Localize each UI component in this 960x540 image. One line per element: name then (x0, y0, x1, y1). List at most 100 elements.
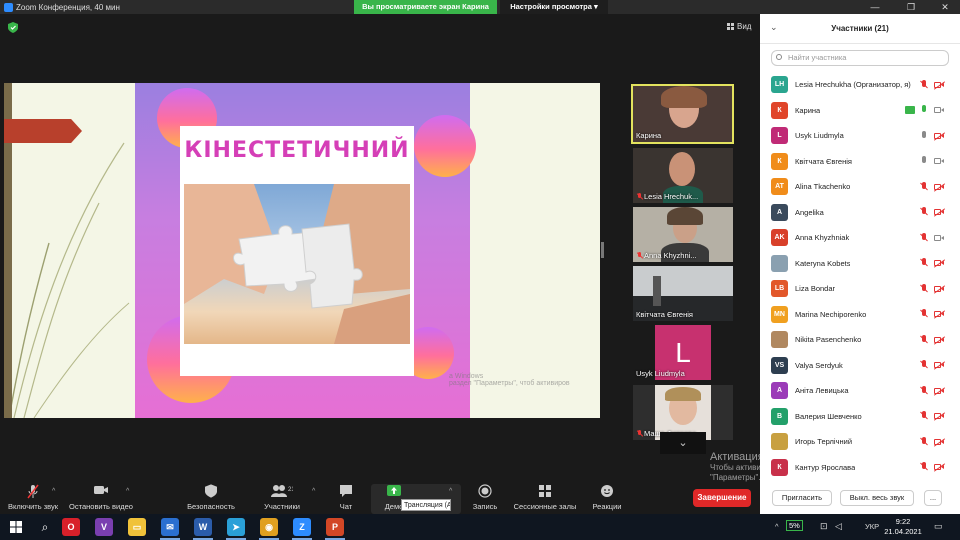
viber-icon[interactable]: V (95, 518, 113, 536)
taskbar-search-icon[interactable]: ⌕ (36, 518, 54, 536)
view-options-button[interactable]: Настройки просмотра ▾ (500, 0, 608, 14)
participant-row[interactable]: Nikita Pasenchenko (760, 327, 960, 353)
mic-muted-icon[interactable] (920, 385, 928, 396)
video-off-icon[interactable] (933, 183, 946, 192)
network-icon[interactable]: ⊡ (820, 521, 828, 532)
participant-row[interactable]: AK Anna Khyzhniak (760, 225, 960, 251)
mic-muted-icon[interactable] (920, 232, 928, 243)
taskbar-clock[interactable]: 9:22 21.04.2021 (883, 517, 923, 537)
svg-text:21: 21 (288, 487, 293, 493)
video-off-icon[interactable] (933, 438, 946, 447)
chrome-icon[interactable]: ◉ (260, 518, 278, 536)
mic-muted-icon[interactable] (920, 436, 928, 447)
mic-muted-icon[interactable] (920, 360, 928, 370)
slide-red-arrow (4, 119, 82, 143)
security-shield-icon[interactable] (8, 22, 18, 33)
reactions-button[interactable]: Реакции (588, 484, 626, 511)
record-button[interactable]: Запись (468, 484, 502, 511)
participant-row[interactable]: В Валерия Шевченко (760, 404, 960, 430)
video-off-icon[interactable] (933, 336, 946, 345)
security-button[interactable]: Безопасность (183, 484, 239, 511)
mute-all-button[interactable]: Выкл. весь звук (840, 490, 914, 506)
share-options-caret[interactable]: ^ (449, 488, 452, 495)
video-thumbnail[interactable]: L Usyk Liudmyla (633, 325, 733, 380)
participant-row[interactable]: Kateryna Kobets (760, 251, 960, 277)
mic-muted-icon[interactable] (920, 411, 928, 421)
participant-row[interactable]: К Карина (760, 98, 960, 124)
mic-muted-icon[interactable] (920, 309, 928, 319)
battery-indicator[interactable]: 5% (786, 520, 803, 531)
participant-row[interactable]: A Аніта Левицька (760, 378, 960, 404)
tray-expand-icon[interactable]: ^ (775, 522, 779, 531)
restore-button[interactable]: ❐ (894, 0, 928, 14)
participant-row[interactable]: К Кантур Ярослава (760, 455, 960, 481)
video-off-icon[interactable] (933, 463, 946, 472)
mic-muted-icon[interactable] (920, 181, 928, 192)
video-thumbnail[interactable]: Anna Khyzhni... (633, 207, 733, 262)
video-off-icon[interactable] (933, 285, 946, 294)
video-off-icon[interactable] (933, 259, 946, 268)
mic-icon[interactable] (920, 156, 928, 166)
video-icon[interactable] (934, 157, 945, 165)
mail-icon[interactable]: ✉ (161, 518, 179, 536)
participant-row[interactable]: К Квітчата Євгенія (760, 149, 960, 175)
video-off-icon[interactable] (933, 412, 946, 421)
end-meeting-button[interactable]: Завершение (693, 489, 751, 507)
chat-button[interactable]: Чат (332, 484, 360, 511)
view-button[interactable]: Вид (727, 22, 751, 31)
telegram-icon[interactable]: ➤ (227, 518, 245, 536)
thumbnails-scroll-down-button[interactable]: ⌄ (660, 432, 706, 454)
breakout-rooms-button[interactable]: Сессионные залы (512, 484, 578, 511)
video-icon[interactable] (934, 234, 945, 242)
participant-avatar: LH (771, 76, 788, 94)
video-off-icon[interactable] (933, 132, 946, 141)
video-off-icon[interactable] (933, 387, 946, 396)
language-indicator[interactable]: УКР (865, 522, 879, 531)
participants-options-caret[interactable]: ^ (312, 488, 315, 495)
video-thumbnail[interactable]: Lesia Hrechuk... (633, 148, 733, 203)
participant-row[interactable]: L Usyk Liudmyla (760, 123, 960, 149)
video-icon[interactable] (934, 106, 945, 114)
mic-icon[interactable] (920, 105, 928, 115)
video-off-icon[interactable] (933, 361, 946, 370)
participants-button[interactable]: 21 Участники (258, 484, 306, 511)
notification-icon[interactable]: ▭ (934, 521, 943, 532)
minimize-button[interactable]: — (858, 0, 892, 14)
file-explorer-icon[interactable]: ▭ (128, 518, 146, 536)
zoom-icon[interactable]: Z (293, 518, 311, 536)
participant-search-input[interactable]: Найти участника (771, 50, 949, 66)
opera-icon[interactable]: O (62, 518, 80, 536)
invite-button[interactable]: Пригласить (772, 490, 832, 506)
audio-options-caret[interactable]: ^ (52, 488, 55, 495)
mic-muted-icon[interactable] (920, 462, 928, 472)
powerpoint-icon[interactable]: P (326, 518, 344, 536)
video-off-icon[interactable] (933, 208, 946, 217)
video-options-caret[interactable]: ^ (126, 488, 129, 495)
mic-icon[interactable] (920, 130, 928, 141)
mic-muted-icon[interactable] (920, 79, 928, 90)
panel-resize-handle[interactable] (601, 242, 604, 258)
participant-row[interactable]: VS Valya Serdyuk (760, 353, 960, 379)
windows-start-icon[interactable] (10, 521, 22, 533)
more-options-button[interactable]: ... (924, 490, 942, 506)
participant-avatar: MN (771, 305, 788, 323)
participant-row[interactable]: Игорь Терлічний (760, 429, 960, 455)
video-off-icon[interactable] (933, 81, 946, 90)
mic-muted-icon[interactable] (920, 258, 928, 268)
video-thumbnail[interactable]: Квітчата Євгенія (633, 266, 733, 321)
participant-row[interactable]: MN Marina Nechiporenko (760, 302, 960, 328)
mic-muted-icon[interactable] (920, 207, 928, 217)
participant-photo-avatar (771, 433, 788, 451)
room-object (653, 276, 661, 306)
word-icon[interactable]: W (194, 518, 212, 536)
mic-muted-icon[interactable] (920, 334, 928, 345)
participant-row[interactable]: AT Alina Tkachenko (760, 174, 960, 200)
video-thumbnail[interactable]: Карина (631, 84, 734, 144)
participant-row[interactable]: LB Liza Bondar (760, 276, 960, 302)
close-button[interactable]: ✕ (928, 0, 960, 14)
participant-row[interactable]: LH Lesia Hrechukha (Организатор, я) (760, 72, 960, 98)
participant-row[interactable]: A Angelika (760, 200, 960, 226)
video-off-icon[interactable] (933, 310, 946, 319)
mic-muted-icon[interactable] (920, 283, 928, 294)
volume-icon[interactable]: ◁ (835, 521, 842, 532)
